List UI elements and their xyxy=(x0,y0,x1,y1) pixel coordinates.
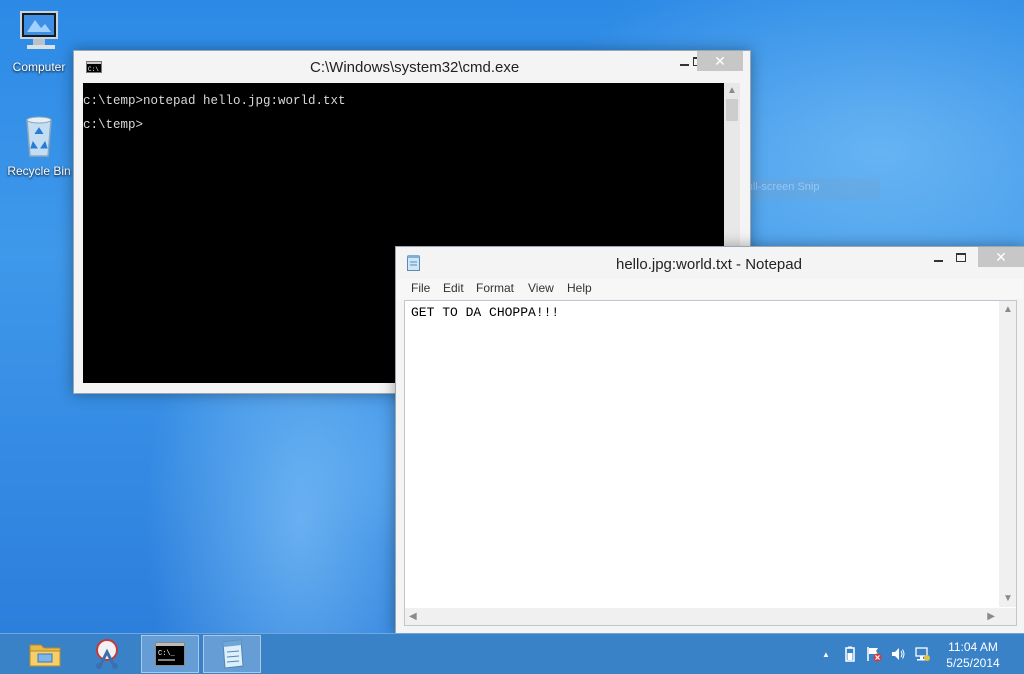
menu-view[interactable]: View xyxy=(528,281,554,295)
battery-icon xyxy=(845,646,855,662)
menu-file[interactable]: File xyxy=(411,281,430,295)
scroll-up-arrow-icon[interactable]: ▲ xyxy=(1003,304,1013,315)
cmd-title: C:\Windows\system32\cmd.exe xyxy=(310,59,520,76)
file-explorer-icon xyxy=(29,644,61,667)
taskbar-notepad-button[interactable] xyxy=(203,635,261,673)
desktop-icon-recycle-bin[interactable]: Recycle Bin xyxy=(2,112,76,178)
taskbar-snipping-tool-button[interactable] xyxy=(79,635,137,673)
notepad-window: hello.jpg:world.txt - Notepad ✕ File Edi… xyxy=(395,246,1024,633)
console-line: c:\temp> xyxy=(83,118,144,132)
notepad-content: GET TO DA CHOPPA!!! xyxy=(411,305,560,320)
scrollbar-corner xyxy=(999,608,1016,625)
close-icon: ✕ xyxy=(995,248,1007,265)
recycle-bin-icon xyxy=(26,116,52,157)
network-icon xyxy=(915,647,930,661)
snipping-tool-icon xyxy=(96,639,118,669)
tray-volume-button[interactable] xyxy=(890,646,906,662)
desktop: Computer Recycle Bin Full-screen Snip C:… xyxy=(0,0,1024,633)
menu-edit[interactable]: Edit xyxy=(443,281,464,295)
notepad-text-area[interactable]: GET TO DA CHOPPA!!! ▲ ▼ ◀ ▶ xyxy=(404,300,1017,626)
minimize-icon xyxy=(933,260,943,262)
tray-power-button[interactable] xyxy=(842,646,858,662)
maximize-icon xyxy=(956,252,966,262)
tray-action-center-button[interactable] xyxy=(866,646,882,662)
taskbar-clock[interactable]: 11:04 AM 5/25/2014 xyxy=(940,639,1006,671)
command-prompt-icon: C:\_ xyxy=(155,642,185,666)
taskbar: C:\_ ▲ 11:04 AM 5/25/2014 xyxy=(0,633,1024,674)
show-hidden-icons-button[interactable]: ▲ xyxy=(818,646,834,662)
action-center-flag-icon xyxy=(867,647,882,662)
taskbar-file-explorer-button[interactable] xyxy=(16,635,74,673)
notepad-title: hello.jpg:world.txt - Notepad xyxy=(616,256,802,273)
notepad-title-bar[interactable]: hello.jpg:world.txt - Notepad ✕ xyxy=(396,247,1024,277)
volume-icon xyxy=(892,648,905,660)
snip-ghost-label: Full-screen Snip xyxy=(740,181,820,193)
taskbar-command-prompt-button[interactable]: C:\_ xyxy=(141,635,199,673)
notepad-icon xyxy=(222,639,244,669)
desktop-icon-label: Recycle Bin xyxy=(7,164,71,178)
cmd-close-button[interactable]: ✕ xyxy=(697,51,743,71)
scroll-up-arrow-icon[interactable]: ▲ xyxy=(727,85,737,96)
tray-network-button[interactable] xyxy=(914,646,930,662)
notepad-vertical-scrollbar[interactable]: ▲ ▼ xyxy=(999,301,1016,607)
clock-date: 5/25/2014 xyxy=(946,656,1000,670)
scroll-down-arrow-icon[interactable]: ▼ xyxy=(1003,593,1013,604)
notepad-close-button[interactable]: ✕ xyxy=(978,247,1024,267)
menu-help[interactable]: Help xyxy=(567,281,592,295)
computer-icon xyxy=(20,11,58,49)
menu-format[interactable]: Format xyxy=(476,281,514,295)
svg-text:C:\_: C:\_ xyxy=(158,650,176,658)
clock-time: 11:04 AM xyxy=(948,640,998,654)
notepad-menu-bar: File Edit Format View Help xyxy=(397,279,1023,299)
cmd-app-icon: C:\ xyxy=(86,61,102,73)
chevron-up-icon: ▲ xyxy=(822,649,830,659)
desktop-icon-computer[interactable]: Computer xyxy=(2,8,76,74)
cmd-scroll-thumb[interactable] xyxy=(726,99,738,121)
notepad-maximize-button[interactable] xyxy=(947,247,975,267)
svg-text:C:\: C:\ xyxy=(88,66,99,73)
scroll-right-arrow-icon[interactable]: ▶ xyxy=(987,611,995,622)
desktop-icon-label: Computer xyxy=(12,60,66,74)
notepad-app-icon xyxy=(407,255,420,271)
cmd-title-bar[interactable]: C:\ C:\Windows\system32\cmd.exe ✕ xyxy=(74,51,750,81)
notepad-horizontal-scrollbar[interactable]: ◀ ▶ xyxy=(405,608,999,625)
close-icon: ✕ xyxy=(714,52,726,69)
console-line: c:\temp>notepad hello.jpg:world.txt xyxy=(83,94,346,108)
scroll-left-arrow-icon[interactable]: ◀ xyxy=(409,611,417,622)
